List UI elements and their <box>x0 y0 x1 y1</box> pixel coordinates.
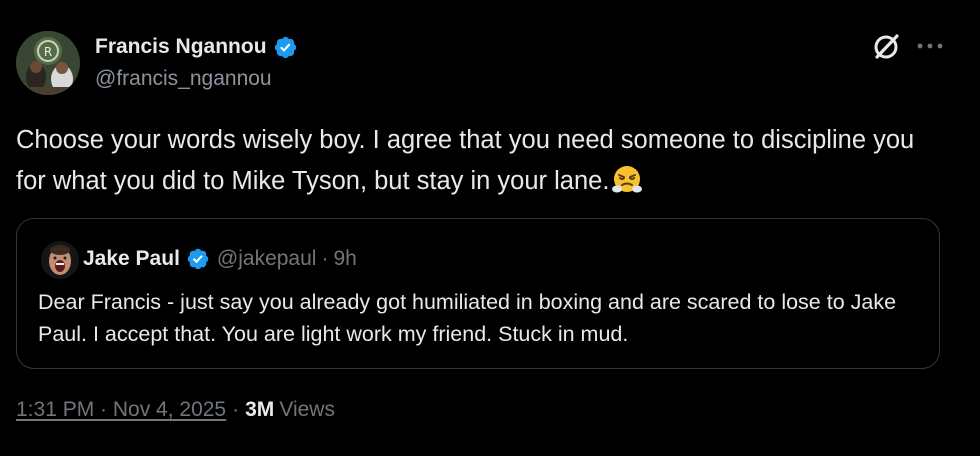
quoted-name-row: Jake Paul @jakepaul · 9h <box>83 243 357 275</box>
tweet-meta: 1:31 PM · Nov 4, 2025 · 3M Views <box>16 398 335 422</box>
quoted-separator: · <box>321 247 329 270</box>
quoted-time: 9h <box>333 247 357 270</box>
face-with-steam-from-nose-emoji <box>611 163 643 195</box>
author-avatar[interactable]: R <box>16 31 80 95</box>
svg-text:R: R <box>44 45 52 59</box>
quoted-handle: @jakepaul <box>216 247 317 270</box>
verified-badge-icon[interactable] <box>273 35 298 60</box>
quoted-avatar[interactable] <box>41 241 79 279</box>
quoted-display-name: Jake Paul <box>83 247 180 270</box>
more-icon[interactable] <box>915 36 945 56</box>
author-display-name[interactable]: Francis Ngannou <box>95 35 267 59</box>
author-handle[interactable]: @francis_ngannou <box>95 67 272 91</box>
tweet: R Francis Ngannou @francis_ngannou Choos… <box>0 0 980 456</box>
grok-icon[interactable] <box>869 30 903 64</box>
tweet-text: Choose your words wisely boy. I agree th… <box>16 120 946 202</box>
quoted-tweet[interactable]: Jake Paul @jakepaul · 9h Dear Francis - … <box>16 218 940 369</box>
meta-separator: · <box>232 398 240 421</box>
verified-badge-icon <box>186 247 210 271</box>
tweet-body: Choose your words wisely boy. I agree th… <box>16 126 915 195</box>
author-name-row: Francis Ngannou <box>95 32 298 62</box>
quoted-text: Dear Francis - just say you already got … <box>38 290 897 346</box>
tweet-timestamp[interactable]: 1:31 PM · Nov 4, 2025 <box>16 398 226 422</box>
views-label: Views <box>279 398 335 421</box>
views-count[interactable]: 3M <box>245 398 274 422</box>
